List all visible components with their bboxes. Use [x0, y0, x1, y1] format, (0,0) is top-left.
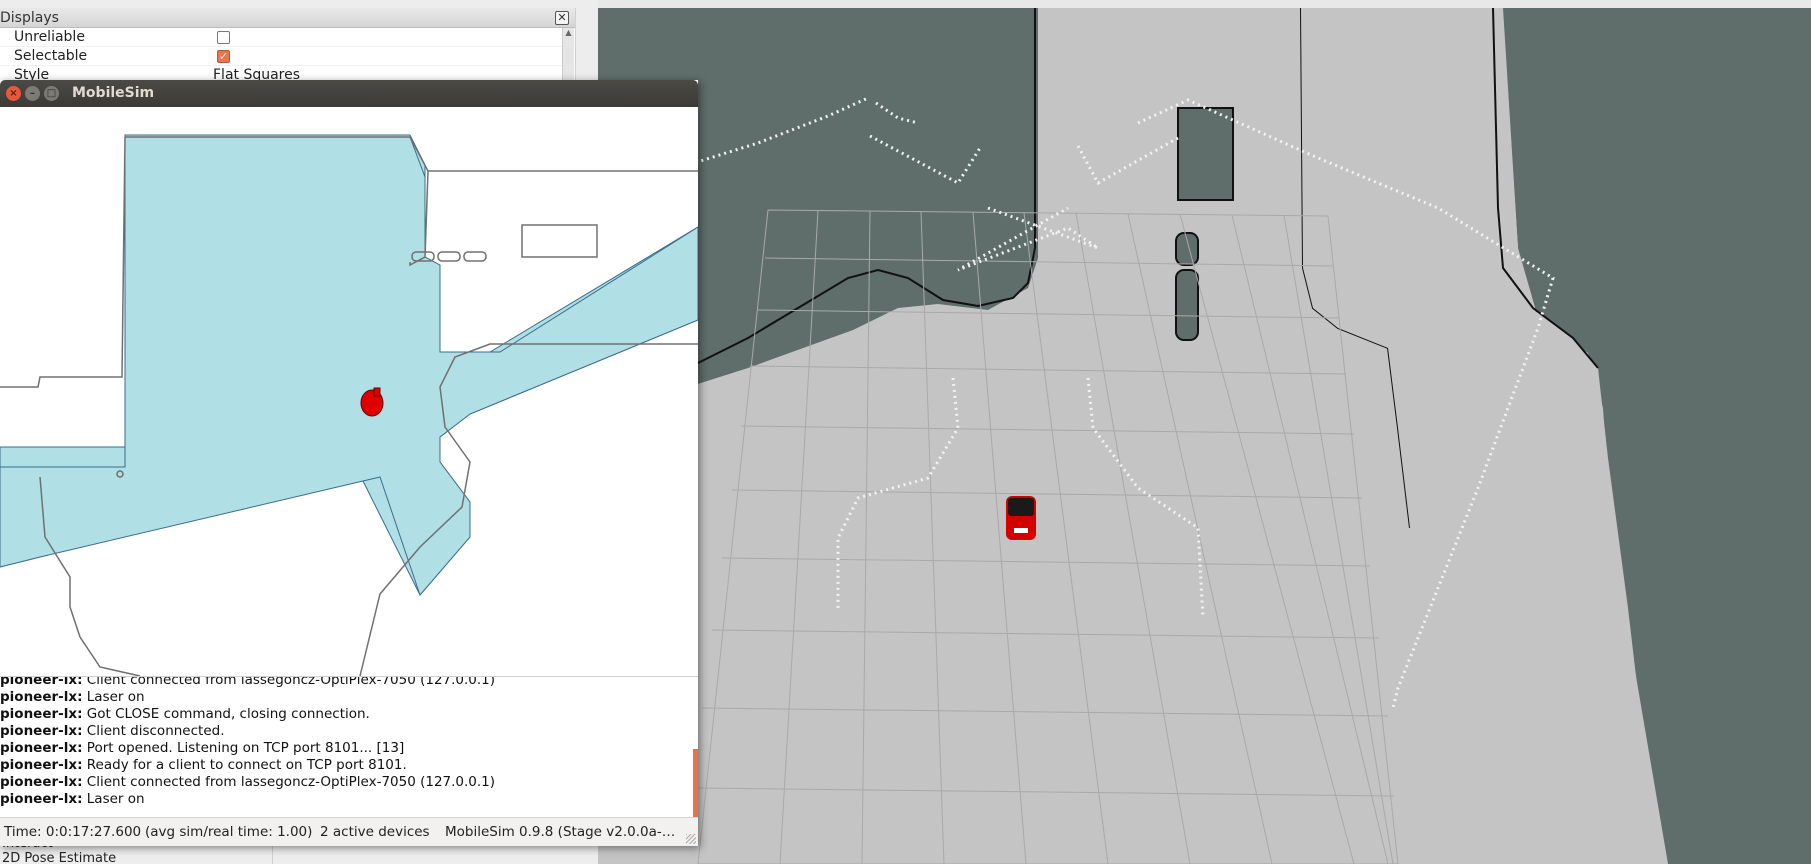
resize-grip-icon[interactable]	[686, 834, 696, 844]
rviz-3d-viewport[interactable]	[598, 8, 1811, 864]
property-selectable: Selectable ✓	[0, 47, 575, 66]
log-scrollbar[interactable]	[693, 749, 698, 817]
property-unreliable: Unreliable	[0, 28, 575, 47]
sim-time: Time: 0:0:17:27.600	[4, 824, 142, 840]
window-titlebar[interactable]: × – □ MobileSim	[0, 80, 698, 107]
laser-coverage	[0, 136, 698, 596]
log-message: Laser on	[86, 689, 145, 705]
log-source: pioneer-lx:	[0, 723, 83, 739]
log-line: pioneer-lx: Port opened. Listening on TC…	[0, 740, 404, 756]
close-icon[interactable]: ✕	[555, 11, 569, 25]
status-bar: Time: 0:0:17:27.600 (avg sim/real time: …	[0, 817, 698, 846]
displays-title: Displays	[0, 9, 59, 26]
log-line: pioneer-lx: Laser on	[0, 689, 145, 705]
displays-header: Displays ✕	[0, 8, 575, 28]
pillar-small	[1175, 232, 1199, 266]
mobilesim-window[interactable]: × – □ MobileSim pioneer-lx: Client conne…	[0, 80, 698, 846]
log-message: Ready for a client to connect on TCP por…	[86, 757, 407, 773]
log-line: pioneer-lx: Client connected from lasseg…	[0, 676, 496, 688]
property-label: Unreliable	[14, 29, 85, 45]
log-panel[interactable]: pioneer-lx: Client connected from lasseg…	[0, 676, 698, 817]
selectable-checkbox[interactable]: ✓	[217, 50, 230, 63]
map-canvas	[0, 134, 698, 676]
log-message: Client connected from lassegoncz-OptiPle…	[86, 676, 496, 688]
log-line: pioneer-lx: Client disconnected.	[0, 723, 225, 739]
log-source: pioneer-lx:	[0, 689, 83, 705]
robot-3d	[1006, 496, 1036, 540]
active-devices: 2 active devices	[320, 824, 430, 840]
window-maximize-button[interactable]: □	[44, 86, 59, 101]
window-title: MobileSim	[72, 85, 155, 101]
window-minimize-button[interactable]: –	[25, 86, 40, 101]
log-source: pioneer-lx:	[0, 676, 83, 688]
properties-scrollbar[interactable]: ▲	[562, 28, 574, 88]
unreliable-checkbox[interactable]	[217, 31, 230, 44]
log-source: pioneer-lx:	[0, 706, 83, 722]
property-label: Selectable	[14, 48, 88, 64]
log-message: Client connected from lassegoncz-OptiPle…	[86, 774, 496, 790]
log-source: pioneer-lx:	[0, 791, 83, 807]
version-label: MobileSim 0.9.8 (Stage v2.0.0a-…	[445, 824, 676, 840]
log-source: pioneer-lx:	[0, 774, 83, 790]
log-message: Client disconnected.	[86, 723, 225, 739]
pillar	[1177, 107, 1234, 201]
scroll-up-icon[interactable]: ▲	[563, 28, 574, 37]
pose-estimate-tool[interactable]: 2D Pose Estimate	[2, 851, 116, 864]
rviz-scene	[598, 8, 1668, 864]
viewport-top-strip	[598, 0, 1811, 8]
log-message: Laser on	[86, 791, 145, 807]
log-message: Got CLOSE command, closing connection.	[86, 706, 370, 722]
log-line: pioneer-lx: Client connected from lasseg…	[0, 774, 495, 790]
desktop: Displays ✕ Unreliable Selectable ✓ Style…	[0, 0, 1811, 864]
log-message: Port opened. Listening on TCP port 8101.…	[86, 740, 405, 756]
log-source: pioneer-lx:	[0, 740, 83, 756]
log-line: pioneer-lx: Got CLOSE command, closing c…	[0, 706, 370, 722]
window-close-button[interactable]: ×	[6, 86, 21, 101]
log-line: pioneer-lx: Ready for a client to connec…	[0, 757, 407, 773]
pillar-small	[1175, 269, 1199, 341]
log-source: pioneer-lx:	[0, 757, 83, 773]
log-line: pioneer-lx: Laser on	[0, 791, 145, 807]
sim-ratio: (avg sim/real time: 1.00)	[145, 824, 313, 840]
simulation-map[interactable]	[0, 107, 698, 676]
